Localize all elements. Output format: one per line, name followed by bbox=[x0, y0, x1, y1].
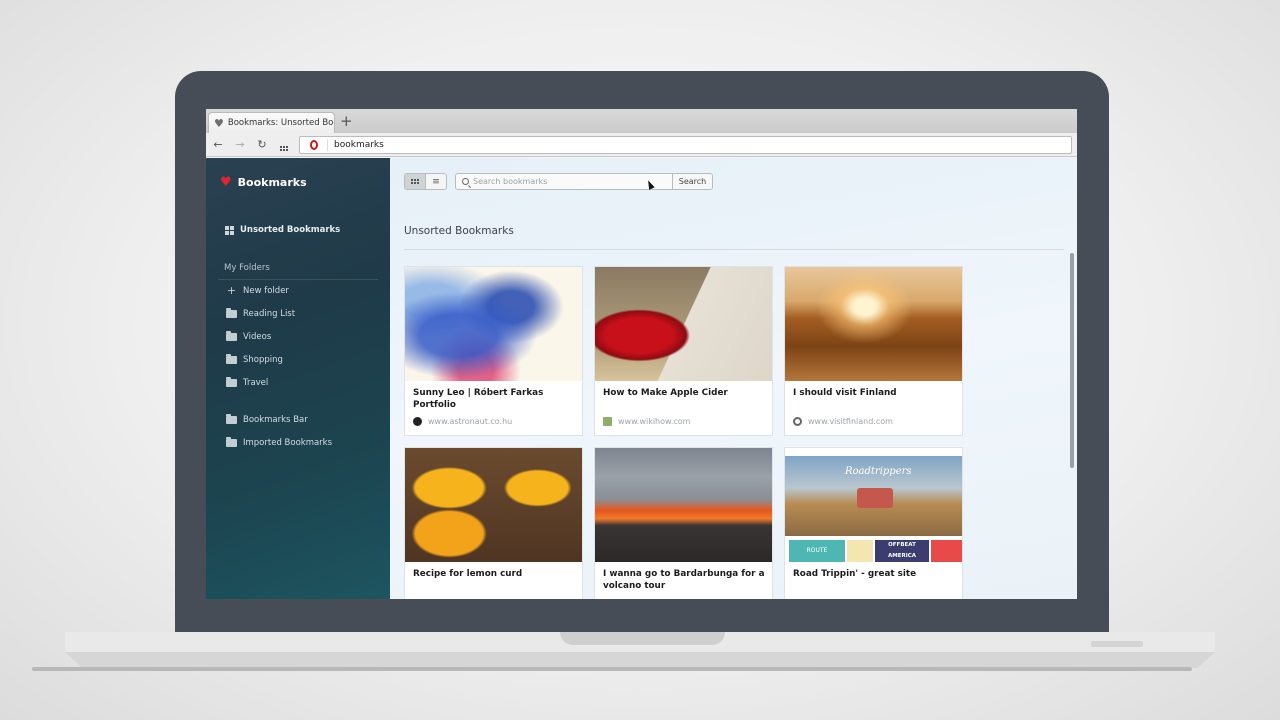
bookmark-title: I should visit Finland bbox=[793, 388, 897, 398]
bookmark-title: I wanna go to Bardarbunga for a volcano … bbox=[603, 569, 765, 591]
grid-view-button[interactable] bbox=[405, 174, 425, 189]
sidebar-item-label: Travel bbox=[243, 378, 269, 388]
sidebar-item-label: Bookmarks Bar bbox=[243, 415, 308, 425]
back-button[interactable]: ← bbox=[208, 138, 228, 151]
folder-icon bbox=[226, 377, 237, 387]
bookmark-title: Recipe for lemon curd bbox=[413, 569, 523, 579]
bookmark-url: www.visitfinland.com bbox=[793, 417, 893, 426]
tile-image bbox=[847, 540, 873, 562]
sidebar-title: ♥ Bookmarks bbox=[220, 175, 307, 190]
bookmark-url: www.wikihow.com bbox=[603, 417, 690, 426]
sidebar-item-bookmarks-bar[interactable]: Bookmarks Bar bbox=[226, 414, 308, 425]
tab-bookmarks[interactable]: ♥ Bookmarks: Unsorted Bookm bbox=[208, 112, 335, 133]
bookmark-card[interactable]: Roadtrippers ROUTE OFFBEAT AMERICA Road … bbox=[784, 447, 963, 599]
laptop-base-lip bbox=[65, 652, 1215, 668]
bookmark-thumbnail bbox=[595, 267, 772, 381]
browser-window: ♥ Bookmarks: Unsorted Bookm + ← → ↻ book… bbox=[206, 109, 1077, 599]
laptop-notch bbox=[560, 632, 725, 645]
bookmark-url: www.astronaut.co.hu bbox=[413, 417, 512, 426]
sidebar-item-label: Reading List bbox=[243, 309, 296, 319]
sidebar-item-label: Imported Bookmarks bbox=[243, 438, 333, 448]
bookmark-card[interactable]: I wanna go to Bardarbunga for a volcano … bbox=[594, 447, 773, 599]
plus-icon: + bbox=[226, 284, 237, 297]
sidebar-item-reading-list[interactable]: Reading List bbox=[226, 308, 296, 319]
bookmark-thumbnail bbox=[405, 448, 582, 562]
reload-button[interactable]: ↻ bbox=[252, 138, 272, 151]
bookmarks-sidebar: ♥ Bookmarks Unsorted Bookmarks My Folder… bbox=[206, 158, 390, 599]
sidebar-item-videos[interactable]: Videos bbox=[226, 331, 272, 342]
tab-title: Bookmarks: Unsorted Bookm bbox=[227, 118, 334, 128]
tile-image bbox=[931, 540, 962, 562]
car-image bbox=[857, 488, 893, 508]
new-folder-button[interactable]: + New folder bbox=[226, 284, 289, 297]
unsorted-icon bbox=[225, 225, 234, 235]
bookmark-url-text: www.visitfinland.com bbox=[808, 417, 893, 426]
sidebar-item-imported-bookmarks[interactable]: Imported Bookmarks bbox=[226, 437, 333, 448]
bookmark-thumbnail bbox=[595, 448, 772, 562]
search-button[interactable]: Search bbox=[672, 174, 712, 189]
new-tab-button[interactable]: + bbox=[340, 112, 353, 130]
sidebar-item-label: Videos bbox=[243, 332, 272, 342]
sidebar-title-label: Bookmarks bbox=[237, 176, 307, 189]
navigation-toolbar: ← → ↻ bookmarks bbox=[206, 133, 1077, 157]
search-box: Search bbox=[455, 173, 713, 190]
folder-icon bbox=[226, 437, 237, 447]
bookmark-title: Road Trippin' - great site bbox=[793, 569, 917, 579]
list-icon: ≡ bbox=[432, 176, 440, 187]
my-folders-heading: My Folders bbox=[224, 263, 270, 273]
bookmark-title: How to Make Apple Cider bbox=[603, 388, 728, 398]
heart-icon: ♥ bbox=[214, 116, 224, 130]
page-title: Unsorted Bookmarks bbox=[404, 225, 514, 237]
bookmarks-main: ≡ Search Unsorted Bookmarks Sunny Leo | … bbox=[390, 158, 1077, 599]
tab-bar: ♥ Bookmarks: Unsorted Bookm + bbox=[206, 109, 1077, 133]
sidebar-item-unsorted[interactable]: Unsorted Bookmarks bbox=[225, 225, 340, 235]
sidebar-item-label: Shopping bbox=[243, 355, 283, 365]
search-input[interactable] bbox=[473, 177, 653, 186]
folder-icon bbox=[226, 414, 237, 424]
bookmark-url-text: www.astronaut.co.hu bbox=[428, 417, 513, 426]
bookmark-thumbnail bbox=[405, 267, 582, 381]
laptop-shadow bbox=[32, 667, 1192, 671]
offbeat-tile: OFFBEAT AMERICA bbox=[875, 540, 929, 562]
speed-dial-button[interactable] bbox=[274, 138, 294, 151]
opera-logo-icon bbox=[307, 138, 321, 152]
folder-icon bbox=[226, 331, 237, 341]
bookmark-title: Sunny Leo | Róbert Farkas Portfolio bbox=[413, 388, 544, 410]
address-separator bbox=[327, 139, 328, 151]
sidebar-item-shopping[interactable]: Shopping bbox=[226, 354, 283, 365]
bookmark-card[interactable]: Sunny Leo | Róbert Farkas Portfolio www.… bbox=[404, 266, 583, 436]
bookmark-thumbnail bbox=[785, 267, 962, 381]
bookmark-card[interactable]: I should visit Finland www.visitfinland.… bbox=[784, 266, 963, 436]
address-bar[interactable]: bookmarks bbox=[299, 136, 1072, 154]
search-field bbox=[456, 174, 672, 189]
scrollbar[interactable] bbox=[1070, 253, 1074, 468]
folder-icon bbox=[226, 308, 237, 318]
folder-icon bbox=[226, 354, 237, 364]
heading-divider bbox=[404, 249, 1064, 250]
wikihow-icon bbox=[603, 417, 612, 426]
sidebar-item-label: Unsorted Bookmarks bbox=[240, 225, 341, 235]
list-view-button[interactable]: ≡ bbox=[425, 174, 446, 189]
roadtrippers-hero: Roadtrippers bbox=[785, 456, 962, 536]
bookmark-thumbnail: Roadtrippers ROUTE OFFBEAT AMERICA bbox=[785, 448, 962, 562]
heart-icon: ♥ bbox=[220, 175, 232, 190]
sidebar-divider bbox=[218, 279, 378, 280]
address-text[interactable]: bookmarks bbox=[334, 140, 384, 150]
view-toggle: ≡ bbox=[404, 173, 447, 190]
bookmark-card[interactable]: How to Make Apple Cider www.wikihow.com bbox=[594, 266, 773, 436]
visitfinland-icon bbox=[793, 417, 802, 426]
search-icon bbox=[462, 178, 469, 185]
sidebar-item-travel[interactable]: Travel bbox=[226, 377, 269, 388]
forward-button[interactable]: → bbox=[230, 138, 250, 151]
roadtrippers-logo: Roadtrippers bbox=[845, 466, 912, 477]
astronaut-icon bbox=[413, 417, 422, 426]
bookmark-url-text: www.wikihow.com bbox=[618, 417, 691, 426]
sidebar-item-label: New folder bbox=[243, 286, 289, 296]
route-tile: ROUTE bbox=[789, 540, 845, 562]
grid-icon bbox=[411, 179, 419, 184]
bookmark-card[interactable]: Recipe for lemon curd bbox=[404, 447, 583, 599]
grid-icon bbox=[280, 146, 288, 151]
laptop-indicator bbox=[1091, 641, 1143, 647]
